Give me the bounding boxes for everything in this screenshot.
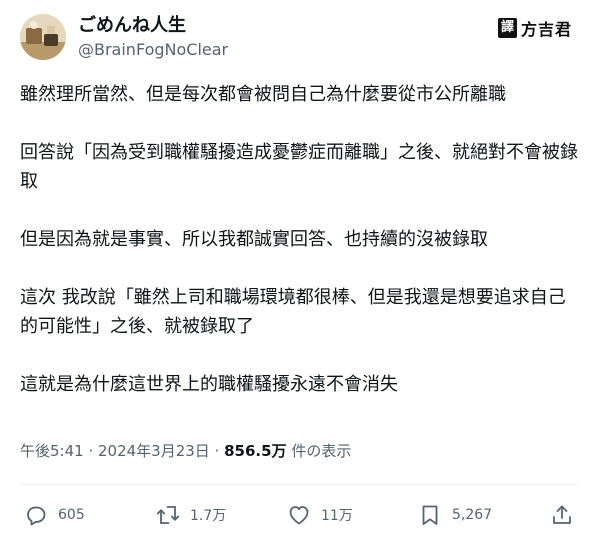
tweet-paragraph: 這就是為什麼這世界上的職權騷擾永遠不會消失 bbox=[20, 374, 398, 395]
retweet-count: 1.7万 bbox=[190, 508, 227, 524]
tweet-text: 雖然理所當然、但是每次都會被問自己為什麼要從市公所離職 回答說「因為受到職權騷擾… bbox=[20, 80, 580, 399]
reply-icon bbox=[27, 506, 46, 526]
retweet-button[interactable]: 1.7万 bbox=[156, 500, 226, 530]
retweet-icon bbox=[156, 506, 180, 524]
display-name[interactable]: ごめんね人生 bbox=[78, 15, 186, 37]
divider bbox=[20, 484, 578, 485]
share-button[interactable] bbox=[550, 500, 574, 530]
reply-count: 605 bbox=[58, 507, 85, 523]
action-bar: 605 1.7万 11万 5,267 bbox=[20, 500, 578, 530]
watermark: 譯 方吉君 bbox=[497, 17, 572, 39]
avatar[interactable] bbox=[20, 14, 66, 60]
watermark-text: 方吉君 bbox=[520, 20, 572, 39]
bookmark-count: 5,267 bbox=[452, 507, 493, 523]
tweet-card: ごめんね人生 @BrainFogNoClear 譯 方吉君 雖然理所當然、但是每… bbox=[0, 0, 598, 543]
bookmark-icon bbox=[422, 505, 438, 525]
view-count[interactable]: 856.5万 bbox=[224, 442, 286, 460]
tweet-paragraph: 但是因為就是事實、所以我都誠實回答、也持續的沒被錄取 bbox=[20, 229, 488, 250]
tweet-paragraph: 這次 我改說「雖然上司和職場環境都很棒、但是我還是想要追求自己的可能性」之後、就… bbox=[20, 287, 566, 337]
avatar-image bbox=[20, 14, 66, 60]
timestamp[interactable]: 午後5:41 · 2024年3月23日 · bbox=[20, 442, 224, 460]
tweet-meta: 午後5:41 · 2024年3月23日 · 856.5万 件の表示 bbox=[20, 440, 351, 462]
tweet-paragraph: 雖然理所當然、但是每次都會被問自己為什麼要從市公所離職 bbox=[20, 84, 506, 105]
user-handle[interactable]: @BrainFogNoClear bbox=[78, 40, 228, 60]
reply-button[interactable]: 605 bbox=[24, 500, 85, 530]
heart-icon bbox=[289, 506, 309, 525]
view-label: 件の表示 bbox=[286, 442, 352, 460]
like-count: 11万 bbox=[321, 508, 353, 524]
bookmark-button[interactable]: 5,267 bbox=[418, 500, 492, 530]
like-button[interactable]: 11万 bbox=[287, 500, 353, 530]
share-icon bbox=[553, 505, 571, 524]
watermark-badge: 譯 bbox=[497, 18, 517, 38]
tweet-paragraph: 回答說「因為受到職權騷擾造成憂鬱症而離職」之後、就絕對不會被錄取 bbox=[20, 142, 578, 192]
